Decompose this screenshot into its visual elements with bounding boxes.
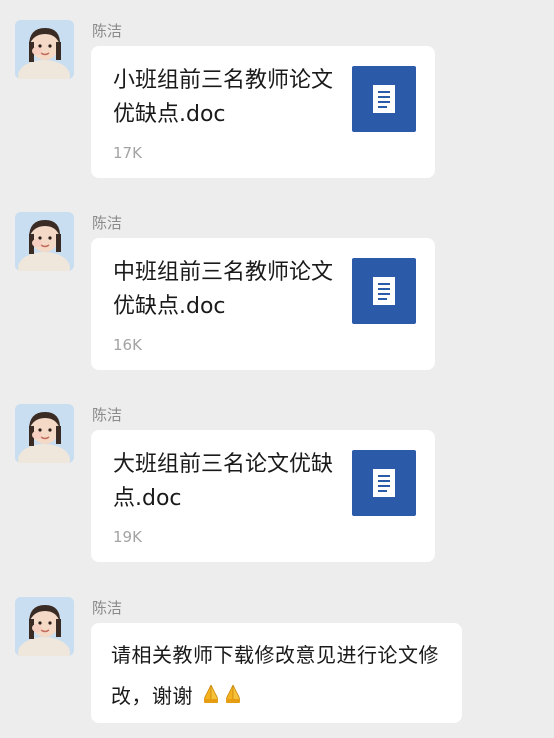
file-message-bubble[interactable]: 小班组前三名教师论文优缺点.doc 17K bbox=[91, 46, 435, 178]
file-message-bubble[interactable]: 中班组前三名教师论文优缺点.doc 16K bbox=[91, 238, 435, 370]
message-text: 请相关教师下载修改意见进行论文修改，谢谢 bbox=[111, 643, 439, 708]
sender-name: 陈洁 bbox=[92, 214, 123, 232]
word-document-icon bbox=[352, 450, 416, 516]
word-document-icon bbox=[352, 66, 416, 132]
file-message-bubble[interactable]: 大班组前三名论文优缺点.doc 19K bbox=[91, 430, 435, 562]
message-text-container: 请相关教师下载修改意见进行论文修改，谢谢 bbox=[111, 635, 443, 718]
text-message-bubble[interactable]: 请相关教师下载修改意见进行论文修改，谢谢 bbox=[91, 623, 462, 723]
avatar[interactable] bbox=[15, 212, 74, 271]
avatar[interactable] bbox=[15, 597, 74, 656]
file-size: 19K bbox=[113, 528, 142, 546]
file-size: 17K bbox=[113, 144, 142, 162]
word-document-icon bbox=[352, 258, 416, 324]
avatar[interactable] bbox=[15, 404, 74, 463]
file-size: 16K bbox=[113, 336, 142, 354]
sender-name: 陈洁 bbox=[92, 22, 123, 40]
avatar[interactable] bbox=[15, 20, 74, 79]
file-name: 小班组前三名教师论文优缺点.doc bbox=[113, 68, 334, 127]
folded-hands-emoji bbox=[222, 677, 244, 718]
file-name: 大班组前三名论文优缺点.doc bbox=[113, 452, 334, 511]
sender-name: 陈洁 bbox=[92, 599, 123, 617]
folded-hands-emoji bbox=[200, 677, 222, 718]
sender-name: 陈洁 bbox=[92, 406, 123, 424]
file-name: 中班组前三名教师论文优缺点.doc bbox=[113, 260, 334, 319]
